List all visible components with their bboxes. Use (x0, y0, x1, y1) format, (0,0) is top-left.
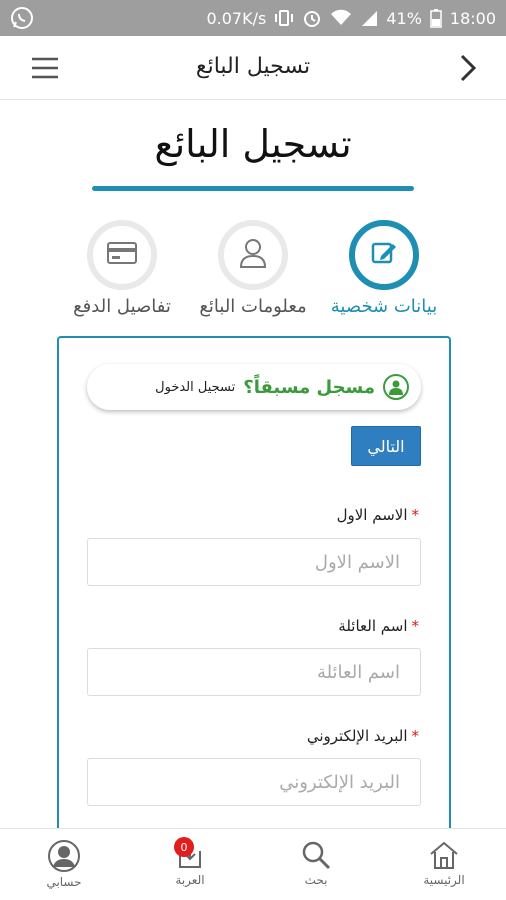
bottom-navigation: الرئيسية بحث 0 العربة حسابي (0, 828, 506, 900)
battery-icon (430, 8, 442, 28)
wifi-icon (330, 9, 352, 27)
nav-search[interactable]: بحث (276, 839, 356, 887)
step-seller-info[interactable]: معلومات البائع (178, 220, 328, 317)
whatsapp-icon (10, 6, 34, 30)
nav-label: بحث (304, 873, 328, 887)
alarm-icon (302, 8, 322, 28)
step-label: بيانات شخصية (330, 296, 438, 317)
nav-home[interactable]: الرئيسية (404, 839, 484, 887)
account-icon (24, 839, 104, 873)
nav-label: الرئيسية (423, 873, 465, 887)
step-circle (87, 220, 157, 290)
email-input[interactable]: البريد الإلكتروني (87, 758, 421, 806)
battery-percent: 41% (386, 8, 422, 28)
last-name-input[interactable]: اسم العائلة (87, 648, 421, 696)
already-registered-banner[interactable]: تسجيل الدخول مسجل مسبقاً؟ (87, 364, 421, 410)
credit-card-icon (106, 240, 138, 270)
last-name-label: اسم العائلة * (338, 617, 419, 635)
nav-label: العربة (175, 873, 205, 887)
nav-cart[interactable]: 0 العربة (150, 837, 230, 887)
next-button[interactable]: التالي (351, 426, 421, 466)
user-icon (383, 374, 409, 400)
step-label: تفاصيل الدفع (73, 296, 171, 317)
signal-icon (360, 9, 378, 27)
network-speed: 0.07K/s (206, 8, 267, 28)
first-name-label: الاسم الاول * (337, 506, 419, 524)
step-circle (218, 220, 288, 290)
step-personal-data[interactable]: بيانات شخصية (309, 220, 459, 317)
app-bar-title: تسجيل البائع (195, 54, 311, 79)
registration-form: تسجيل الدخول مسجل مسبقاً؟ التالي الاسم ا… (57, 336, 451, 836)
clock: 18:00 (449, 8, 496, 28)
user-outline-icon (238, 237, 268, 273)
required-asterisk: * (411, 617, 420, 635)
vibrate-icon (274, 9, 294, 27)
field-label-text: البريد الإلكتروني (306, 727, 408, 745)
field-label-text: الاسم الاول (336, 506, 408, 524)
step-label: معلومات البائع (199, 296, 307, 317)
step-payment-details[interactable]: تفاصيل الدفع (47, 220, 197, 317)
already-registered-text: مسجل مسبقاً؟ (243, 376, 375, 398)
email-label: البريد الإلكتروني * (307, 727, 419, 745)
cart-count-badge: 0 (174, 837, 194, 857)
required-asterisk: * (411, 727, 420, 745)
login-link[interactable]: تسجيل الدخول (155, 380, 235, 395)
app-bar: تسجيل البائع (0, 36, 506, 100)
chevron-right-icon[interactable] (452, 52, 484, 84)
nav-label: حسابي (46, 875, 82, 889)
step-circle (349, 220, 419, 290)
search-icon (276, 839, 356, 871)
title-underline (92, 186, 414, 191)
home-icon (404, 839, 484, 871)
edit-icon (369, 238, 399, 272)
first-name-input[interactable]: الاسم الاول (87, 538, 421, 586)
nav-account[interactable]: حسابي (24, 839, 104, 889)
field-label-text: اسم العائلة (338, 617, 408, 635)
status-bar: 0.07K/s 41% 18:00 (0, 0, 506, 36)
page-title: تسجيل البائع (154, 122, 352, 166)
required-asterisk: * (411, 506, 420, 524)
